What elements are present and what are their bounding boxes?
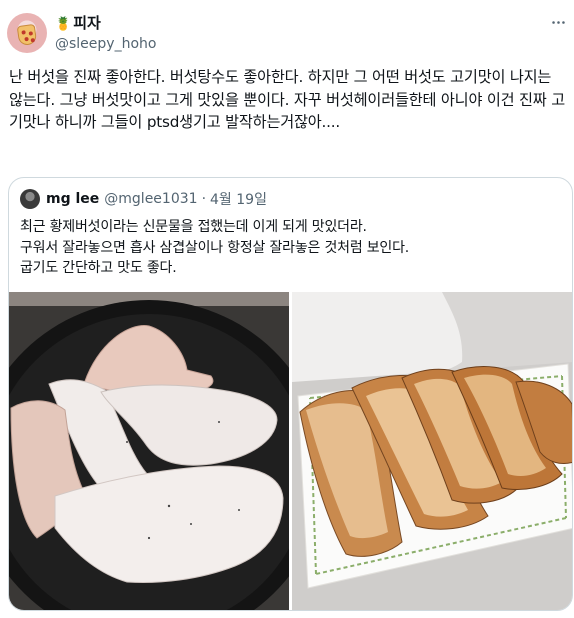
quoted-author-name: mg lee — [46, 191, 100, 207]
quoted-tweet-date: 4월 19일 — [210, 192, 267, 208]
quoted-tweet[interactable]: mg lee @mglee1031 · 4월 19일 최근 황제버섯이라는 신문… — [8, 177, 573, 611]
quoted-author-handle: @mglee1031 — [104, 191, 198, 207]
author-display-name[interactable]: 🍍 피자 — [55, 14, 101, 34]
grilled-mushroom-photo[interactable] — [292, 292, 572, 610]
author-handle[interactable]: @sleepy_hoho — [55, 35, 156, 53]
raw-mushroom-image — [9, 292, 289, 610]
quoted-line: 굽기도 간단하고 맛도 좋다. — [20, 260, 177, 276]
pizza-avatar-icon — [16, 23, 38, 47]
more-options-button[interactable] — [548, 12, 568, 32]
grilled-mushroom-image — [292, 292, 572, 610]
tweet-header: 🍍 피자 @sleepy_hoho — [0, 0, 574, 62]
quoted-tweet-header: mg lee @mglee1031 · 4월 19일 — [20, 188, 267, 210]
more-options-icon — [551, 20, 565, 24]
quoted-tweet-text: 최근 황제버섯이라는 신문물을 접했는데 이게 되게 맛있더라. 구워서 잘라놓… — [20, 217, 560, 279]
tweet-text: 난 버섯을 진짜 좋아한다. 버섯탕수도 좋아한다. 하지만 그 어떤 버섯도 … — [9, 68, 565, 131]
pineapple-emoji: 🍍 — [55, 17, 72, 32]
raw-mushroom-photo[interactable] — [9, 292, 289, 610]
quoted-line: 구워서 잘라놓으면 흡사 삼겹살이나 항정살 잘라놓은 것처럼 보인다. — [20, 239, 410, 256]
author-name-text: 피자 — [73, 14, 101, 32]
author-avatar[interactable] — [7, 13, 47, 53]
quoted-line: 최근 황제버섯이라는 신문물을 접했는데 이게 되게 맛있더라. — [20, 219, 367, 235]
quoted-author-avatar — [20, 189, 40, 209]
dot-separator: · — [201, 191, 207, 207]
